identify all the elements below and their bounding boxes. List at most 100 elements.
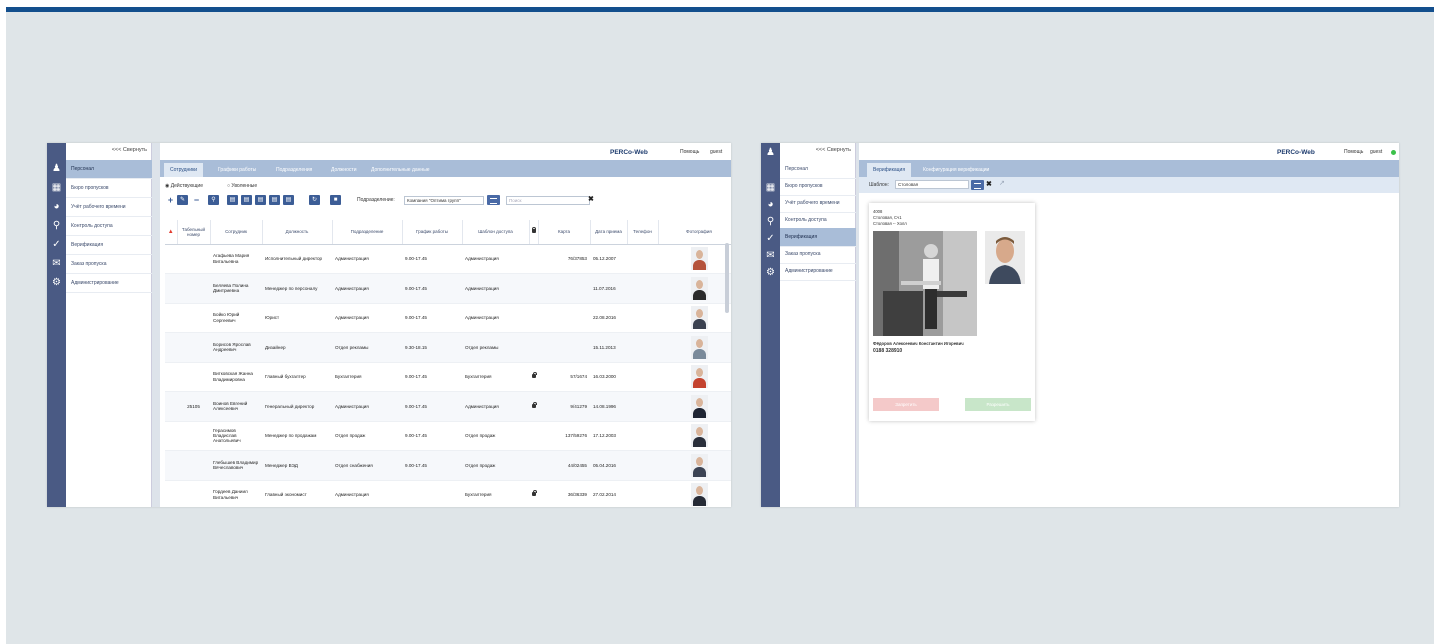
radio-active[interactable]: ◉ Действующие [165, 183, 203, 189]
col-schedule[interactable]: График работы [402, 220, 463, 245]
tab-positions[interactable]: Должности [325, 163, 363, 177]
card-button[interactable]: ▤ [283, 195, 294, 205]
template-input[interactable]: Столовая [895, 180, 969, 189]
table-row[interactable]: Гордеев Даниил Витальевич Главный экономи… [165, 480, 731, 507]
clear-template-icon[interactable]: ✖ [986, 180, 992, 188]
tab-departments[interactable]: Подразделения [270, 163, 318, 177]
table-row[interactable]: Герасимов Владислав Анатольевич Менеджер … [165, 421, 731, 451]
schedule-cell: 9.00-17.45 [402, 303, 462, 333]
access-control-icon[interactable]: ⚲ [51, 220, 62, 231]
help-link[interactable]: Помощь [1344, 149, 1363, 155]
hire-date-cell: 11.07.2016 [590, 273, 627, 304]
verification-icon[interactable]: ✓ [765, 233, 776, 244]
tab-verification-config[interactable]: Конфигурация верификации [917, 163, 995, 177]
search-button[interactable]: ⚲ [208, 195, 219, 205]
employee-cell: Герасимов Владислав Анатольевич [210, 421, 262, 451]
phone-cell [627, 273, 658, 304]
personnel-icon[interactable]: ♟ [51, 163, 62, 174]
nav-item-verification[interactable]: Верификация [66, 236, 152, 255]
table-row[interactable]: Борисов Ярослав Андреевич Дизайнер Отдел р… [165, 332, 731, 363]
collapse-button[interactable]: <<< Свернуть [816, 147, 851, 153]
time-tracking-icon[interactable]: ◕ [51, 201, 62, 212]
position-cell: Генеральный директор [262, 391, 332, 422]
col-phone[interactable]: Телефон [627, 220, 659, 245]
add-button[interactable]: + [165, 195, 176, 205]
phone-cell [627, 391, 658, 422]
position-cell: Дизайнер [262, 332, 332, 363]
access-control-icon[interactable]: ⚲ [765, 216, 776, 227]
pass-office-icon[interactable]: ▦ [51, 182, 62, 193]
pass-order-icon[interactable]: ✉ [765, 250, 776, 261]
print-button[interactable]: ▤ [227, 195, 238, 205]
photo-button[interactable]: ▤ [269, 195, 280, 205]
deny-button[interactable]: Запретить [873, 398, 939, 411]
hire-date-cell: 16.03.2000 [590, 362, 627, 392]
tab-verification[interactable]: Верификация [867, 163, 912, 177]
table-row[interactable]: Беляева Полина Дмитриевна Менеджер по пер… [165, 273, 731, 304]
nav-item-pass-order[interactable]: Заказ пропуска [66, 255, 152, 274]
export-button[interactable]: ▤ [241, 195, 252, 205]
department-filter-input[interactable]: Компания "Оптима групп" [404, 196, 484, 205]
import-button[interactable]: ▤ [255, 195, 266, 205]
user-name[interactable]: guest [710, 149, 722, 155]
nav-item-access-control[interactable]: Контроль доступа [66, 217, 152, 236]
clear-filter-icon[interactable]: ✖ [588, 195, 594, 203]
allow-button[interactable]: Разрешить [965, 398, 1031, 411]
search-input[interactable]: Поиск [506, 196, 590, 205]
tab-schedules[interactable]: Графики работы [212, 163, 262, 177]
template-list-button[interactable] [971, 180, 984, 190]
employee-cell: Беляева Полина Дмитриевна [210, 273, 262, 304]
remove-button[interactable]: − [191, 195, 202, 205]
personnel-icon[interactable]: ♟ [765, 147, 776, 158]
user-name[interactable]: guest [1370, 149, 1382, 155]
col-department[interactable]: Подразделение [332, 220, 403, 245]
phone-cell [627, 421, 658, 451]
nav-item-time-tracking[interactable]: Учёт рабочего времени [66, 198, 152, 217]
radio-fired[interactable]: ○ Уволенные [227, 183, 257, 189]
help-link[interactable]: Помощь [680, 149, 699, 155]
verification-icon[interactable]: ✓ [51, 239, 62, 250]
table-row[interactable]: 25105 Воинов Евгений Алексеевич Генеральны… [165, 391, 731, 422]
col-employee[interactable]: Сотрудник [210, 220, 263, 245]
table-row[interactable]: Глебышев Владимир Вячеславович Менеджер В… [165, 450, 731, 481]
col-access-template[interactable]: Шаблон доступа [462, 220, 530, 245]
table-scrollbar[interactable] [725, 243, 729, 313]
department-list-button[interactable] [487, 195, 500, 205]
tab-number-cell [177, 480, 210, 507]
open-external-icon[interactable]: ↗ [999, 179, 1005, 187]
nav-item-pass-office[interactable]: Бюро пропусков [66, 179, 152, 198]
hire-date-cell: 27.02.2014 [590, 480, 627, 507]
camera-snapshot [873, 231, 977, 336]
refresh-button[interactable]: ↻ [309, 195, 320, 205]
gear-icon[interactable]: ⚙ [51, 277, 62, 288]
col-tab-number[interactable]: Табельный номер [177, 220, 211, 245]
collapse-button[interactable]: <<< Свернуть [112, 147, 147, 153]
schedule-cell: 9.30-18.15 [402, 332, 462, 363]
table-row[interactable]: Агафьева Мария Витальевна Исполнительный … [165, 244, 731, 274]
pass-order-icon[interactable]: ✉ [51, 258, 62, 269]
gear-icon[interactable]: ⚙ [765, 267, 776, 278]
time-tracking-icon[interactable]: ◕ [765, 199, 776, 210]
edit-button[interactable]: ✎ [177, 195, 188, 205]
pass-office-icon[interactable]: ▦ [765, 182, 776, 193]
icon-sidebar: ♟ ▦ ◕ ⚲ ✓ ✉ ⚙ [47, 143, 66, 507]
tab-extra-data[interactable]: Дополнительные данные [365, 163, 436, 177]
table-row[interactable]: Витковская Жанна Владимировна Главный бух… [165, 362, 731, 392]
nav-item-personnel[interactable]: Персонал [66, 160, 152, 179]
nav-item-administration[interactable]: Администрирование [780, 262, 856, 281]
lock-icon [532, 372, 537, 379]
col-hire-date[interactable]: Дата приема [590, 220, 628, 245]
table-row[interactable]: Бойко Юрий Сергеевич Юрист Администрация 9.… [165, 303, 731, 333]
lock-cell [529, 391, 538, 422]
card-cell: 44/02455 [538, 450, 590, 481]
col-card[interactable]: Карта [538, 220, 591, 245]
settings-button[interactable]: ■ [330, 195, 341, 205]
photo-cell [658, 303, 731, 333]
phone-cell [627, 332, 658, 363]
nav-item-administration[interactable]: Администрирование [66, 274, 152, 293]
tab-employees[interactable]: Сотрудники [164, 163, 204, 177]
employee-cell: Борисов Ярослав Андреевич [210, 332, 262, 363]
col-position[interactable]: Должность [262, 220, 333, 245]
col-lock [529, 220, 539, 245]
panel-gap [152, 143, 160, 507]
